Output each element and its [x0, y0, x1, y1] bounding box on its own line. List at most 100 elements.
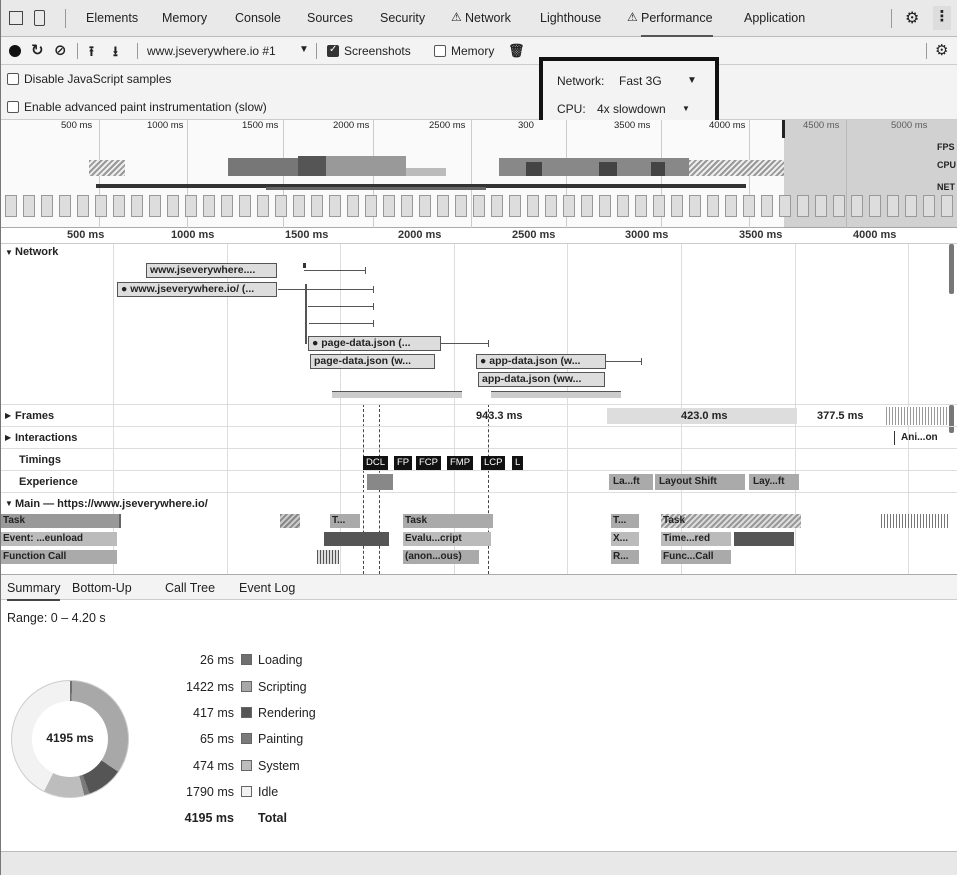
ruler-tick: 1000 ms — [171, 229, 215, 241]
overview-tick: 300 — [518, 120, 534, 131]
more-options-icon[interactable]: ⋮ — [933, 6, 951, 30]
tab-security[interactable]: Security — [380, 0, 425, 37]
legend-swatch — [241, 681, 252, 692]
experience-track[interactable]: Experience La...ft Layout Shift Lay...ft — [1, 470, 957, 492]
timeline-scrollbar[interactable] — [949, 244, 954, 294]
tab-console[interactable]: Console — [235, 0, 281, 37]
tab-network[interactable]: Network — [465, 0, 511, 37]
network-request[interactable]: ● www.jseverywhere.io/ (... — [117, 282, 277, 297]
chevron-down-icon[interactable]: ▼ — [5, 248, 13, 257]
tab-call-tree[interactable]: Call Tree — [165, 575, 215, 601]
tab-bottom-up[interactable]: Bottom-Up — [72, 575, 132, 601]
flame-task[interactable]: Task — [661, 514, 801, 528]
chevron-down-icon[interactable]: ▼ — [687, 75, 697, 86]
flame-event[interactable]: X... — [611, 532, 639, 546]
flame-task[interactable]: T... — [611, 514, 639, 528]
enable-paint-label: Enable advanced paint instrumentation (s… — [24, 100, 267, 114]
network-track-title[interactable]: Network — [15, 246, 58, 258]
memory-label: Memory — [451, 44, 495, 58]
chevron-right-icon[interactable]: ▶ — [5, 405, 11, 427]
disable-js-samples-checkbox[interactable] — [7, 73, 19, 85]
flame-task[interactable]: Task — [403, 514, 493, 528]
layout-shift-item[interactable]: La...ft — [609, 474, 653, 490]
cpu-throttle-select[interactable]: 4x slowdown — [597, 102, 666, 116]
timing-marker-fp[interactable]: FP — [394, 456, 413, 470]
screenshots-checkbox[interactable] — [327, 44, 339, 57]
flame-function[interactable]: R... — [611, 550, 639, 564]
timing-marker-lcp[interactable]: LCP — [481, 456, 506, 470]
timings-track[interactable]: Timings — [1, 448, 957, 470]
chevron-down-icon[interactable]: ▼ — [299, 44, 309, 55]
reload-record-icon[interactable]: ↻ — [31, 41, 44, 59]
flame-function[interactable]: Function Call — [1, 550, 117, 564]
network-request[interactable]: app-data.json (ww... — [478, 372, 605, 387]
device-toolbar-icon[interactable] — [34, 10, 45, 26]
memory-checkbox[interactable] — [434, 45, 446, 57]
frame-duration: 943.3 ms — [476, 410, 523, 422]
overview-tick: 2500 ms — [429, 120, 466, 131]
flame-function[interactable]: (anon...ous) — [403, 550, 479, 564]
legend-total-value: 4195 ms — [184, 811, 234, 825]
network-request[interactable]: www.jseverywhere.... — [146, 263, 277, 278]
cpu-activity-graph — [1, 156, 957, 186]
tab-memory[interactable]: Memory — [162, 0, 207, 37]
inspect-element-icon[interactable] — [9, 11, 23, 25]
flame-function[interactable]: Func...Call — [661, 550, 731, 564]
overview-tick: 1000 ms — [147, 120, 184, 131]
settings-gear-icon[interactable]: ⚙ — [905, 8, 919, 28]
clear-icon[interactable]: ⊘ — [54, 41, 67, 59]
save-profile-icon[interactable]: ⭳ — [113, 41, 118, 65]
flame-task[interactable]: Task — [1, 514, 119, 528]
timeline-overview[interactable]: 500 ms 1000 ms 1500 ms 2000 ms 2500 ms 3… — [1, 120, 957, 228]
interaction-item[interactable]: Ani...on — [901, 427, 938, 449]
frames-track[interactable]: ▶ Frames 943.3 ms 423.0 ms 377.5 ms — [1, 404, 957, 426]
layout-shift-item[interactable]: Layout Shift — [655, 474, 745, 490]
tab-summary[interactable]: Summary — [7, 575, 61, 601]
tab-event-log[interactable]: Event Log — [239, 575, 295, 601]
timing-marker-dcl[interactable]: DCL — [363, 456, 389, 470]
network-request[interactable]: page-data.json (w... — [310, 354, 435, 369]
frame-duration: 377.5 ms — [817, 410, 864, 422]
legend-label: Scripting — [258, 680, 307, 694]
cpu-throttle-label: CPU: — [557, 102, 586, 116]
capture-settings-icon[interactable]: ⚙ — [935, 41, 948, 59]
network-throttle-select[interactable]: Fast 3G — [619, 74, 662, 88]
tab-performance[interactable]: Performance — [641, 0, 713, 37]
network-request[interactable]: ● page-data.json (... — [308, 336, 441, 351]
network-request[interactable]: ● app-data.json (w... — [476, 354, 606, 369]
ruler-tick: 500 ms — [67, 229, 105, 241]
flame-event[interactable]: Evalu...cript — [403, 532, 491, 546]
record-icon[interactable] — [9, 45, 21, 57]
tab-elements[interactable]: Elements — [86, 0, 138, 37]
tab-application[interactable]: Application — [744, 0, 805, 37]
profile-select[interactable]: www.jseverywhere.io #1 — [147, 44, 276, 58]
overview-tick: 4000 ms — [709, 120, 746, 131]
timing-marker-l[interactable]: L — [512, 456, 524, 470]
legend-total-label: Total — [258, 811, 287, 825]
load-profile-icon[interactable]: ⭱ — [89, 41, 94, 65]
legend-value: 474 ms — [193, 759, 234, 773]
layout-shift-item[interactable]: Lay...ft — [749, 474, 799, 490]
timing-marker-fcp[interactable]: FCP — [416, 456, 441, 470]
legend-swatch — [241, 760, 252, 771]
flame-task[interactable]: T... — [330, 514, 360, 528]
interactions-track[interactable]: ▶ Interactions Ani...on — [1, 426, 957, 448]
overview-tick: 500 ms — [61, 120, 93, 131]
request-status-dot-icon: ● — [312, 337, 319, 349]
chevron-down-icon[interactable]: ▼ — [682, 104, 690, 113]
timing-marker-fmp[interactable]: FMP — [447, 456, 474, 470]
flame-event[interactable]: Event: ...eunload — [1, 532, 117, 546]
devtools-window: Elements Memory Console Sources Security… — [0, 0, 957, 875]
chevron-right-icon[interactable]: ▶ — [5, 427, 11, 449]
interactions-track-label: Interactions — [15, 432, 78, 444]
legend-swatch — [241, 707, 252, 718]
enable-paint-checkbox[interactable] — [7, 101, 19, 113]
legend-value: 65 ms — [199, 732, 234, 746]
garbage-collect-icon[interactable]: 🗑 — [508, 43, 525, 59]
tab-lighthouse[interactable]: Lighthouse — [540, 0, 601, 37]
frame-duration: 423.0 ms — [681, 410, 728, 422]
flame-event[interactable]: Time...red — [661, 532, 731, 546]
chevron-down-icon[interactable]: ▼ — [5, 493, 13, 515]
legend-value: 417 ms — [193, 706, 234, 720]
tab-sources[interactable]: Sources — [307, 0, 353, 37]
